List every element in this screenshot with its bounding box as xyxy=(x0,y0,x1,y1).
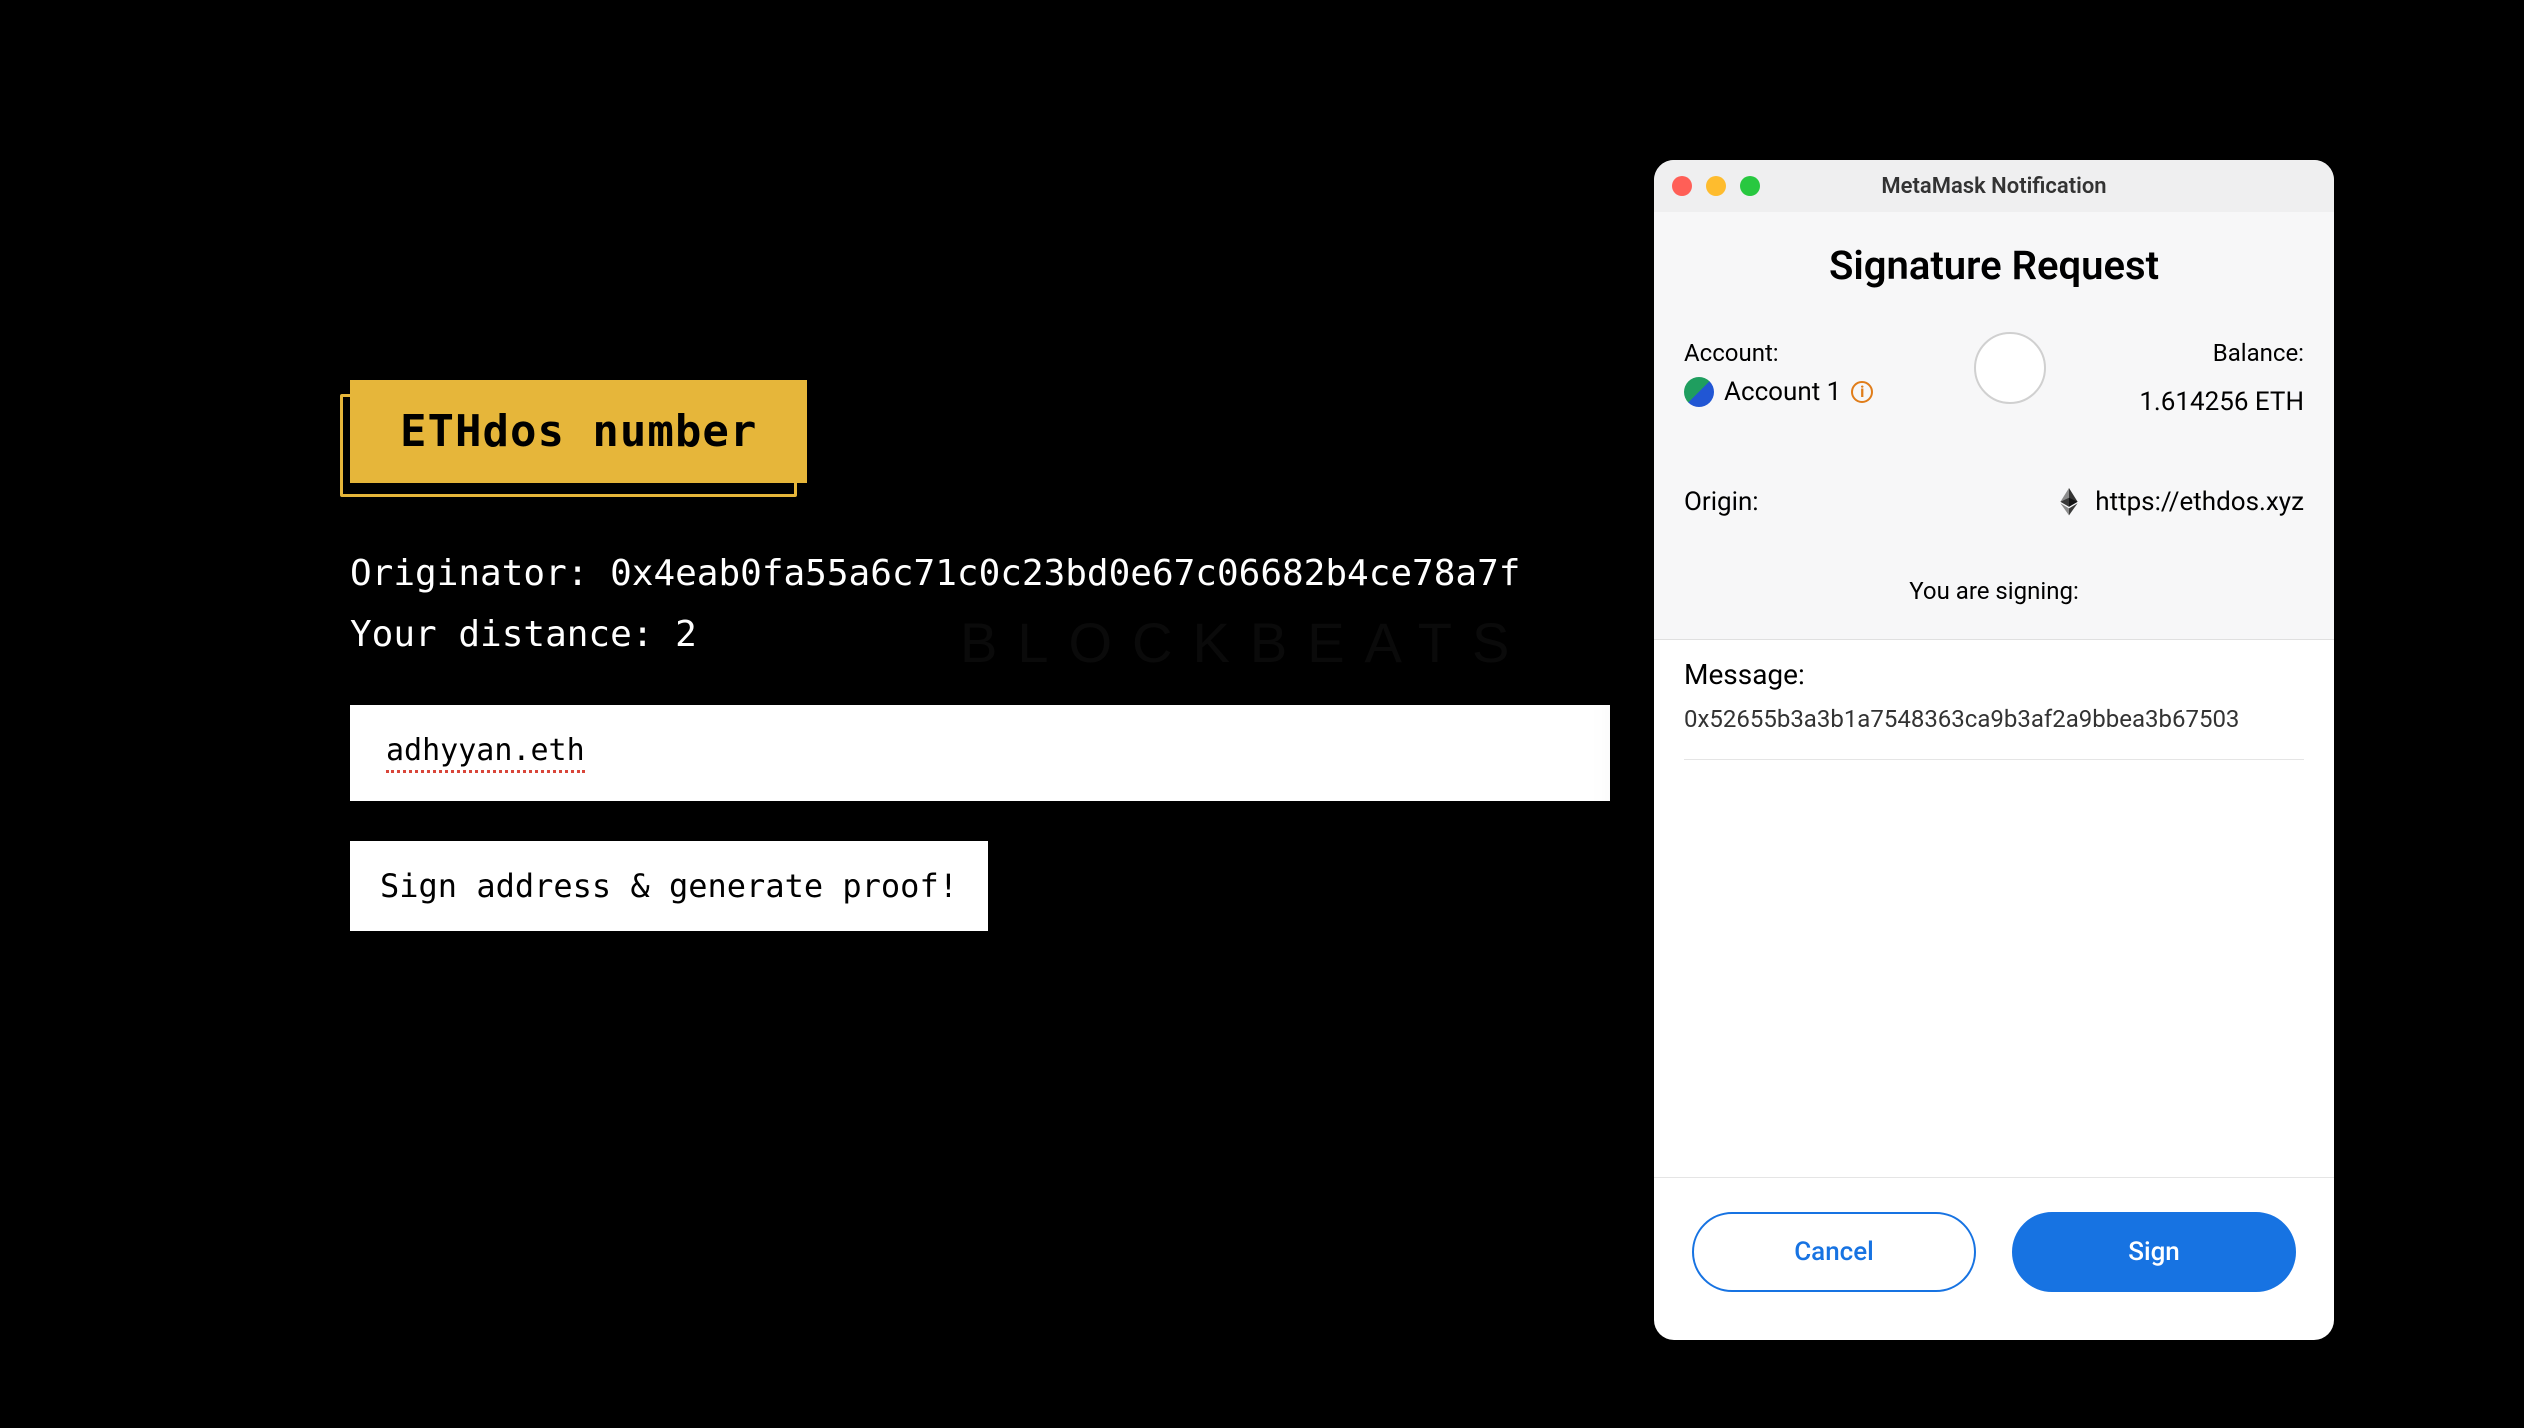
message-divider xyxy=(1684,759,2304,760)
message-label: Message: xyxy=(1684,658,2304,691)
minimize-icon[interactable] xyxy=(1706,176,1726,196)
distance-value: 2 xyxy=(675,614,697,655)
popup-header: Signature Request Account: Account 1 i B… xyxy=(1654,212,2334,640)
originator-line: Originator: 0x4eab0fa55a6c71c0c23bd0e67c… xyxy=(350,553,1610,594)
sign-generate-proof-button[interactable]: Sign address & generate proof! xyxy=(350,841,988,931)
message-value: 0x52655b3a3b1a7548363ca9b3af2a9bbea3b675… xyxy=(1684,703,2304,737)
metamask-notification-window: MetaMask Notification Signature Request … xyxy=(1654,160,2334,1340)
ethdos-app-panel: ETHdos number Originator: 0x4eab0fa55a6c… xyxy=(350,380,1610,931)
window-titlebar: MetaMask Notification xyxy=(1654,160,2334,212)
account-name-row[interactable]: Account 1 i xyxy=(1684,377,1873,407)
popup-footer: Cancel Sign xyxy=(1654,1177,2334,1340)
originator-label: Originator: xyxy=(350,553,588,594)
app-title: ETHdos number xyxy=(350,380,807,483)
distance-label: Your distance: xyxy=(350,614,653,655)
ethereum-icon xyxy=(2055,488,2083,516)
origin-label: Origin: xyxy=(1684,487,1759,517)
balance-value: 1.614256 ETH xyxy=(2139,387,2304,417)
account-avatar-icon xyxy=(1684,377,1714,407)
address-input[interactable]: adhyyan.eth xyxy=(350,705,1610,801)
balance-label: Balance: xyxy=(2139,339,2304,367)
distance-line: Your distance: 2 xyxy=(350,614,1610,655)
maximize-icon[interactable] xyxy=(1740,176,1760,196)
you-are-signing-label: You are signing: xyxy=(1684,577,2304,605)
account-column: Account: Account 1 i xyxy=(1684,339,1873,407)
close-icon[interactable] xyxy=(1672,176,1692,196)
info-icon[interactable]: i xyxy=(1851,381,1873,403)
origin-row: Origin: https://ethdos.xyz xyxy=(1684,487,2304,517)
cancel-button[interactable]: Cancel xyxy=(1692,1212,1976,1292)
popup-body: Message: 0x52655b3a3b1a7548363ca9b3af2a9… xyxy=(1654,640,2334,1177)
signature-request-heading: Signature Request xyxy=(1684,242,2304,289)
app-title-container: ETHdos number xyxy=(350,380,807,483)
site-avatar-placeholder xyxy=(1974,332,2046,404)
sign-button[interactable]: Sign xyxy=(2012,1212,2296,1292)
account-label: Account: xyxy=(1684,339,1873,367)
originator-value: 0x4eab0fa55a6c71c0c23bd0e67c06682b4ce78a… xyxy=(610,553,1520,594)
origin-url: https://ethdos.xyz xyxy=(2095,487,2304,517)
balance-column: Balance: 1.614256 ETH xyxy=(2139,339,2304,417)
account-name: Account 1 xyxy=(1724,377,1841,407)
traffic-lights xyxy=(1672,176,1760,196)
address-input-value: adhyyan.eth xyxy=(386,733,585,773)
origin-value-group: https://ethdos.xyz xyxy=(2055,487,2304,517)
